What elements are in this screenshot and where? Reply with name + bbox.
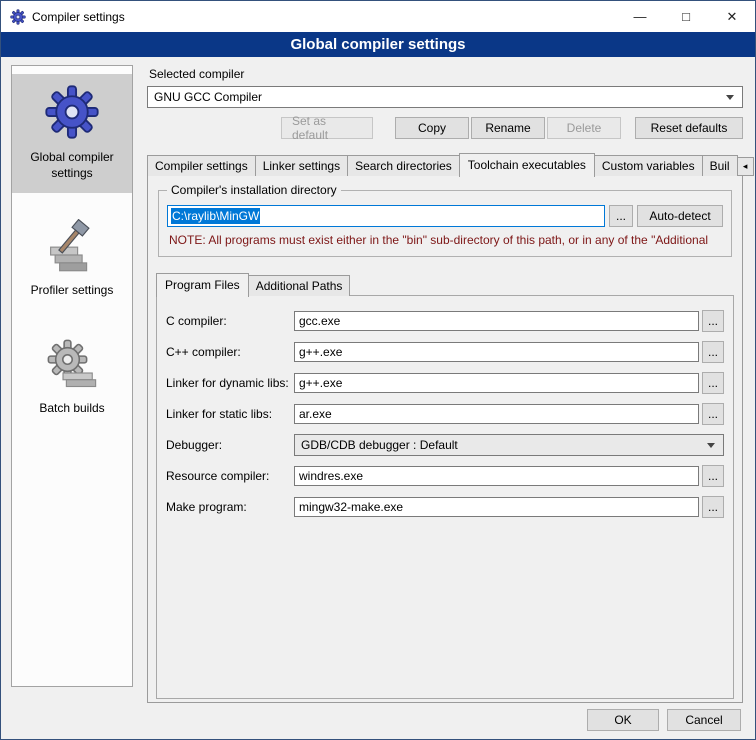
installation-directory-groupbox: Compiler's installation directory C:\ray… [158,190,732,257]
resource-compiler-value: windres.exe [299,469,363,483]
installation-directory-row: C:\raylib\MinGW ... Auto-detect [167,205,723,227]
cpp-compiler-browse-button[interactable]: ... [702,341,724,363]
auto-detect-button[interactable]: Auto-detect [637,205,723,227]
tab-compiler-settings[interactable]: Compiler settings [147,155,256,176]
app-gear-icon [10,9,26,25]
compiler-settings-window: Compiler settings — □ ✕ Global compiler … [0,0,756,740]
sidebar-item-batch-builds[interactable]: Batch builds [12,327,132,429]
dialog-body: Global compiler settings Profiler settin… [1,57,755,739]
debugger-label: Debugger: [166,438,294,452]
arrow-left-icon: ◂ [743,161,748,172]
linker-static-value: ar.exe [299,407,332,421]
installation-directory-browse-button[interactable]: ... [609,205,633,227]
close-icon: ✕ [727,9,738,25]
window-title: Compiler settings [32,10,125,24]
cpp-compiler-input[interactable]: g++.exe [294,342,699,362]
close-button[interactable]: ✕ [709,1,755,32]
cancel-button[interactable]: Cancel [667,709,741,731]
gray-gear-stack-icon [45,337,99,391]
resource-compiler-label: Resource compiler: [166,469,294,483]
profiler-hammer-icon [45,219,99,273]
cpp-compiler-value: g++.exe [299,345,342,359]
selected-compiler-value: GNU GCC Compiler [154,90,262,104]
minimize-button[interactable]: — [617,1,663,32]
program-files-section: Program Files Additional Paths C compile… [156,273,734,699]
main-panel: Selected compiler GNU GCC Compiler Set a… [147,63,743,703]
cpp-compiler-row: C++ compiler: g++.exe ... [166,341,724,363]
program-files-page: C compiler: gcc.exe ... C++ compiler: g+… [156,295,734,699]
subtab-additional-paths[interactable]: Additional Paths [248,275,351,296]
tab-toolchain-executables[interactable]: Toolchain executables [459,153,595,177]
installation-directory-title: Compiler's installation directory [167,183,341,197]
linker-dynamic-label: Linker for dynamic libs: [166,376,294,390]
ok-button[interactable]: OK [587,709,659,731]
title-bar: Compiler settings — □ ✕ [1,1,755,32]
subtab-program-files[interactable]: Program Files [156,273,249,297]
c-compiler-row: C compiler: gcc.exe ... [166,310,724,332]
c-compiler-value: gcc.exe [299,314,340,328]
sidebar-item-label: Profiler settings [15,283,129,299]
rename-button[interactable]: Rename [471,117,545,139]
installation-directory-value: C:\raylib\MinGW [171,208,260,224]
make-program-row: Make program: mingw32-make.exe ... [166,496,724,518]
minimize-icon: — [634,9,647,24]
set-as-default-button[interactable]: Set as default [281,117,373,139]
sidebar-item-global-compiler-settings[interactable]: Global compiler settings [12,74,132,193]
blue-gear-icon [44,84,100,140]
sidebar-item-label: Global compiler settings [15,150,129,181]
linker-static-row: Linker for static libs: ar.exe ... [166,403,724,425]
make-program-value: mingw32-make.exe [299,500,403,514]
debugger-value: GDB/CDB debugger : Default [301,438,458,452]
c-compiler-label: C compiler: [166,314,294,328]
bin-subdirectory-note: NOTE: All programs must exist either in … [169,233,721,247]
cpp-compiler-label: C++ compiler: [166,345,294,359]
sidebar-item-label: Batch builds [15,401,129,417]
reset-defaults-button[interactable]: Reset defaults [635,117,743,139]
dialog-header: Global compiler settings [1,32,755,57]
selected-compiler-combobox[interactable]: GNU GCC Compiler [147,86,743,108]
copy-button[interactable]: Copy [395,117,469,139]
settings-sidebar: Global compiler settings Profiler settin… [11,65,133,687]
tab-build-options-truncated[interactable]: Buil [702,155,738,176]
window-controls: — □ ✕ [617,1,755,32]
make-program-input[interactable]: mingw32-make.exe [294,497,699,517]
linker-dynamic-value: g++.exe [299,376,342,390]
resource-compiler-row: Resource compiler: windres.exe ... [166,465,724,487]
c-compiler-browse-button[interactable]: ... [702,310,724,332]
compiler-buttons-row: Set as default Copy Rename Delete Reset … [147,117,743,139]
toolchain-executables-page: Compiler's installation directory C:\ray… [147,175,743,703]
chevron-down-icon [726,95,734,100]
toolchain-subtab-bar: Program Files Additional Paths [156,273,734,296]
debugger-combobox[interactable]: GDB/CDB debugger : Default [294,434,724,456]
make-program-browse-button[interactable]: ... [702,496,724,518]
tab-search-directories[interactable]: Search directories [347,155,460,176]
linker-static-input[interactable]: ar.exe [294,404,699,424]
tab-linker-settings[interactable]: Linker settings [255,155,348,176]
tab-custom-variables[interactable]: Custom variables [594,155,703,176]
delete-button[interactable]: Delete [547,117,621,139]
linker-dynamic-row: Linker for dynamic libs: g++.exe ... [166,372,724,394]
tab-scroll-left-button[interactable]: ◂ [737,157,754,176]
resource-compiler-input[interactable]: windres.exe [294,466,699,486]
make-program-label: Make program: [166,500,294,514]
installation-directory-input[interactable]: C:\raylib\MinGW [167,205,605,227]
sidebar-item-profiler-settings[interactable]: Profiler settings [12,209,132,311]
maximize-icon: □ [682,9,690,24]
selected-compiler-caption: Selected compiler [149,67,743,81]
linker-dynamic-input[interactable]: g++.exe [294,373,699,393]
linker-static-browse-button[interactable]: ... [702,403,724,425]
maximize-button[interactable]: □ [663,1,709,32]
settings-tab-bar: Compiler settings Linker settings Search… [147,153,743,176]
resource-compiler-browse-button[interactable]: ... [702,465,724,487]
debugger-row: Debugger: GDB/CDB debugger : Default [166,434,724,456]
tab-scroll-buttons: ◂ ▸ [737,157,756,176]
linker-static-label: Linker for static libs: [166,407,294,421]
chevron-down-icon [707,443,715,448]
linker-dynamic-browse-button[interactable]: ... [702,372,724,394]
dialog-footer: OK Cancel [587,709,741,731]
c-compiler-input[interactable]: gcc.exe [294,311,699,331]
